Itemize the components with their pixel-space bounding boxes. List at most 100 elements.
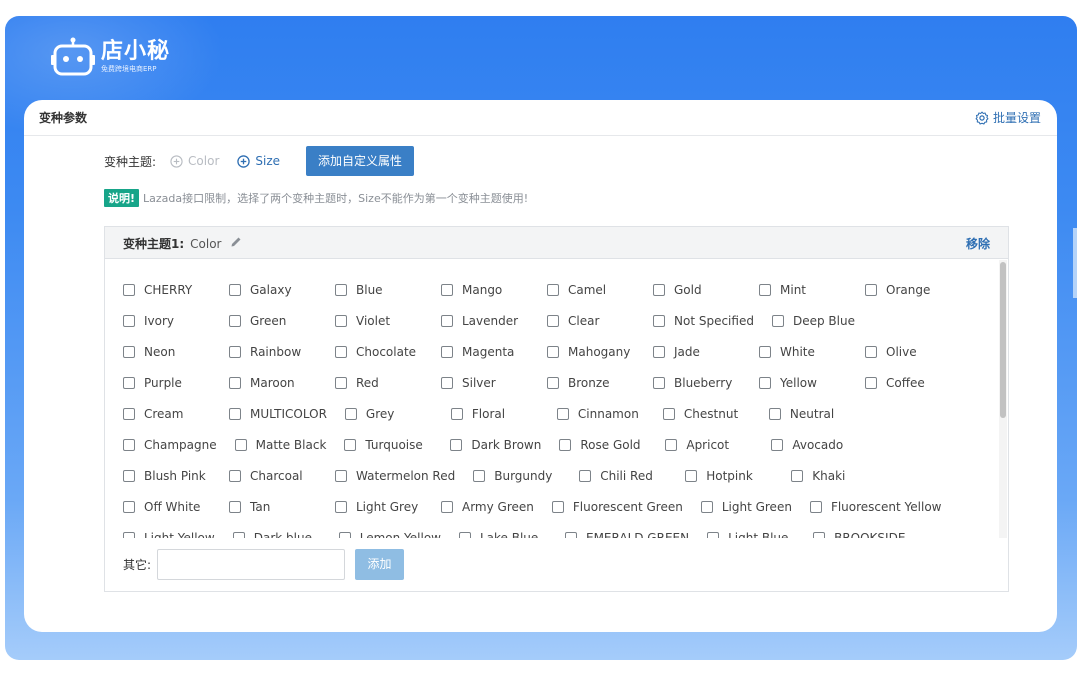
- color-checkbox-item[interactable]: Grey: [344, 407, 433, 421]
- checkbox[interactable]: [809, 501, 822, 513]
- color-checkbox-item[interactable]: Orange: [865, 283, 953, 297]
- color-checkbox-item[interactable]: Blueberry: [653, 376, 741, 390]
- color-checkbox-item[interactable]: Ivory: [123, 314, 211, 328]
- color-checkbox-item[interactable]: Neutral: [768, 407, 857, 421]
- batch-settings-button[interactable]: 批量设置: [975, 109, 1041, 126]
- color-checkbox-item[interactable]: MULTICOLOR: [229, 407, 327, 421]
- color-checkbox-item[interactable]: Maroon: [229, 376, 317, 390]
- color-checkbox-item[interactable]: Mango: [441, 283, 529, 297]
- checkbox[interactable]: [547, 377, 559, 389]
- color-checkbox-item[interactable]: Light Green: [700, 500, 792, 514]
- add-button[interactable]: 添加: [355, 549, 405, 580]
- checkbox[interactable]: [344, 408, 357, 420]
- color-checkbox-item[interactable]: Charcoal: [229, 469, 317, 483]
- checkbox[interactable]: [335, 346, 347, 358]
- checkbox[interactable]: [450, 408, 463, 420]
- color-checkbox-item[interactable]: Rainbow: [229, 345, 317, 359]
- color-checkbox-item[interactable]: Light Blue: [707, 531, 795, 538]
- checkbox[interactable]: [551, 501, 564, 513]
- checkbox[interactable]: [707, 532, 720, 538]
- checkbox[interactable]: [653, 377, 665, 389]
- checkbox[interactable]: [338, 532, 351, 538]
- color-checkbox-item[interactable]: Lemon Yellow: [338, 531, 441, 538]
- color-checkbox-item[interactable]: Army Green: [441, 500, 534, 514]
- color-checkbox-item[interactable]: Bronze: [547, 376, 635, 390]
- color-checkbox-item[interactable]: Not Specified: [653, 314, 754, 328]
- color-checkbox-item[interactable]: Floral: [450, 407, 539, 421]
- color-checkbox-item[interactable]: Hotpink: [685, 469, 773, 483]
- color-checkbox-item[interactable]: Green: [229, 314, 317, 328]
- checkbox[interactable]: [685, 470, 698, 482]
- checkbox[interactable]: [547, 315, 559, 327]
- checkbox[interactable]: [653, 284, 665, 296]
- color-checkbox-item[interactable]: Mint: [759, 283, 847, 297]
- checkbox[interactable]: [441, 315, 453, 327]
- color-checkbox-item[interactable]: Dark blue: [232, 531, 321, 538]
- color-checkbox-item[interactable]: Rose Gold: [559, 438, 647, 452]
- color-checkbox-item[interactable]: Cinnamon: [556, 407, 645, 421]
- color-checkbox-item[interactable]: Magenta: [441, 345, 529, 359]
- checkbox[interactable]: [665, 439, 678, 451]
- color-checkbox-item[interactable]: Chestnut: [662, 407, 751, 421]
- other-color-input[interactable]: [157, 549, 346, 580]
- color-checkbox-item[interactable]: Blush Pink: [123, 469, 211, 483]
- pencil-icon[interactable]: [230, 236, 242, 251]
- color-checkbox-item[interactable]: Cream: [123, 407, 211, 421]
- checkbox[interactable]: [335, 470, 347, 482]
- color-checkbox-item[interactable]: Blue: [335, 283, 423, 297]
- checkbox[interactable]: [123, 377, 135, 389]
- checkbox[interactable]: [865, 377, 877, 389]
- checkbox[interactable]: [123, 532, 135, 538]
- checkbox[interactable]: [759, 284, 771, 296]
- checkbox[interactable]: [335, 501, 347, 513]
- checkbox[interactable]: [229, 346, 241, 358]
- checkbox[interactable]: [335, 284, 347, 296]
- checkbox[interactable]: [791, 470, 804, 482]
- color-checkbox-item[interactable]: Avocado: [771, 438, 859, 452]
- checkbox[interactable]: [123, 501, 135, 513]
- color-checkbox-item[interactable]: Camel: [547, 283, 635, 297]
- checkbox[interactable]: [232, 532, 245, 538]
- color-checkbox-item[interactable]: Chocolate: [335, 345, 423, 359]
- checkbox[interactable]: [556, 408, 569, 420]
- color-checkbox-item[interactable]: Olive: [865, 345, 953, 359]
- checkbox[interactable]: [441, 377, 453, 389]
- checkbox[interactable]: [458, 532, 471, 538]
- color-checkbox-item[interactable]: Neon: [123, 345, 211, 359]
- add-custom-attribute-button[interactable]: 添加自定义属性: [306, 146, 415, 176]
- color-checkbox-item[interactable]: Turquoise: [344, 438, 432, 452]
- checkbox[interactable]: [123, 284, 135, 296]
- checkbox[interactable]: [771, 439, 784, 451]
- checkbox[interactable]: [344, 439, 357, 451]
- color-checkbox-item[interactable]: Mahogany: [547, 345, 635, 359]
- checkbox[interactable]: [759, 377, 771, 389]
- color-checkbox-item[interactable]: Galaxy: [229, 283, 317, 297]
- checkbox[interactable]: [559, 439, 572, 451]
- color-checkbox-item[interactable]: CHERRY: [123, 283, 211, 297]
- checkbox[interactable]: [547, 284, 559, 296]
- color-checkbox-item[interactable]: Purple: [123, 376, 211, 390]
- remove-theme-button[interactable]: 移除: [966, 235, 990, 252]
- color-checkbox-item[interactable]: Silver: [441, 376, 529, 390]
- color-checkbox-item[interactable]: Apricot: [665, 438, 753, 452]
- color-checkbox-item[interactable]: Fluorescent Yellow: [809, 500, 941, 514]
- checkbox[interactable]: [335, 377, 347, 389]
- scrollbar-thumb[interactable]: [1000, 262, 1006, 418]
- color-checkbox-item[interactable]: Lake Blue: [458, 531, 547, 538]
- checkbox[interactable]: [234, 439, 247, 451]
- checkbox[interactable]: [229, 315, 241, 327]
- checkbox[interactable]: [123, 315, 135, 327]
- color-checkbox-item[interactable]: Tan: [229, 500, 317, 514]
- color-checkbox-item[interactable]: Violet: [335, 314, 423, 328]
- color-checkbox-item[interactable]: Deep Blue: [771, 314, 860, 328]
- checkbox[interactable]: [813, 532, 826, 538]
- checkbox[interactable]: [335, 315, 347, 327]
- color-checkbox-item[interactable]: Lavender: [441, 314, 529, 328]
- color-checkbox-item[interactable]: BROOKSIDE: [813, 531, 905, 538]
- checkbox[interactable]: [123, 408, 135, 420]
- checkbox[interactable]: [123, 346, 135, 358]
- color-checkbox-item[interactable]: Yellow: [759, 376, 847, 390]
- color-checkbox-item[interactable]: Jade: [653, 345, 741, 359]
- checkbox[interactable]: [441, 501, 453, 513]
- color-checkbox-item[interactable]: EMERALD GREEN: [564, 531, 689, 538]
